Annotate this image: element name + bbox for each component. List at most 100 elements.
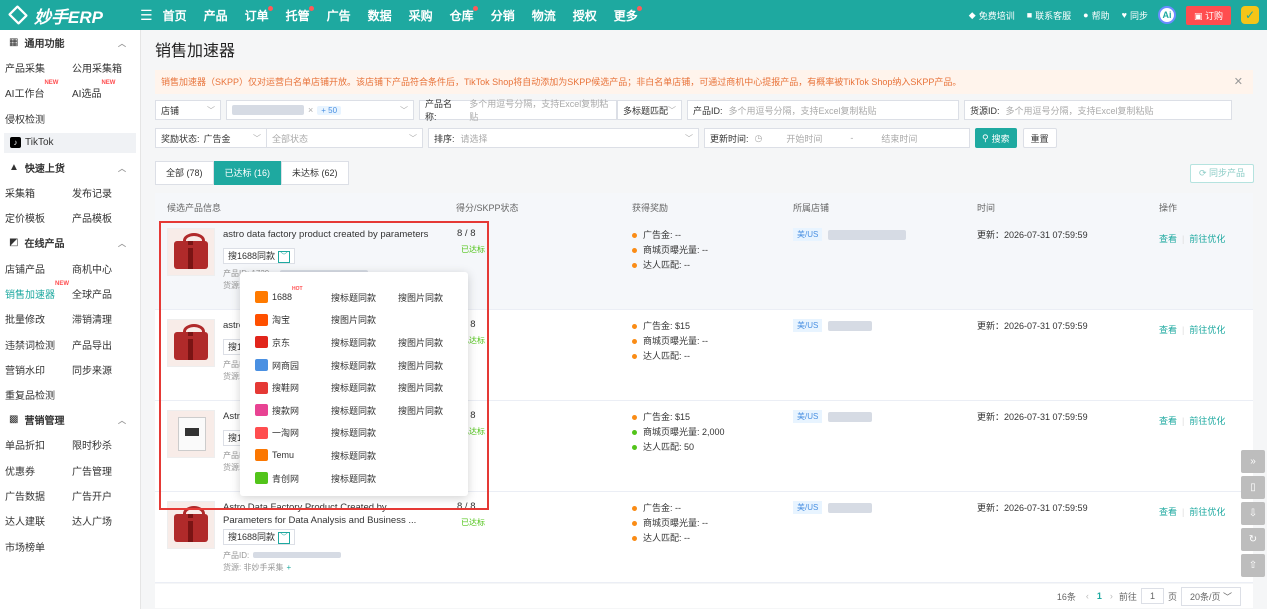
optimize-link[interactable]: 前往优化 xyxy=(1189,234,1225,244)
tab-1[interactable]: 已达标 (16) xyxy=(213,161,282,185)
sidebar-item-product-template[interactable]: 产品模板 xyxy=(67,210,134,225)
sidebar-item-public-box[interactable]: 公用采集箱 xyxy=(67,60,134,75)
sidebar-item-sync-source[interactable]: 同步来源 xyxy=(67,362,134,377)
sync-products-button[interactable]: ⟳ 同步产品 xyxy=(1189,164,1254,183)
back-to-top-icon[interactable]: ⇧ xyxy=(1241,554,1265,577)
refresh-icon[interactable]: ↻ xyxy=(1241,528,1265,551)
sidebar-item-creator-connect[interactable]: 达人建联 xyxy=(0,513,67,528)
sidebar-item-ai-select[interactable]: AI选品 NEW xyxy=(67,80,134,100)
source-id-input[interactable]: 货源ID: 多个用逗号分隔，支持Excel复制粘贴 xyxy=(964,100,1232,120)
order-button[interactable]: ▣ 订购 xyxy=(1185,5,1231,25)
nav-item[interactable]: 广告 xyxy=(327,7,351,24)
search-button[interactable]: ⚲ 搜索 xyxy=(975,128,1017,148)
sidebar-item-global-products[interactable]: 全球产品 xyxy=(67,286,134,301)
nav-item[interactable]: 首页 xyxy=(163,7,187,24)
page-number[interactable]: 1 xyxy=(1097,591,1102,601)
view-link[interactable]: 查看 xyxy=(1159,325,1177,335)
nav-item[interactable]: 更多 xyxy=(614,5,642,24)
update-time: 更新：2026-07-31 07:59:59 xyxy=(977,412,1088,422)
nav-item[interactable]: 仓库 xyxy=(450,5,478,24)
tab-0[interactable]: 全部 (78) xyxy=(155,161,214,185)
view-link[interactable]: 查看 xyxy=(1159,416,1177,426)
prev-page-icon[interactable]: ‹ xyxy=(1086,591,1089,601)
reward-status-select[interactable]: 奖励状态: 广告金 ﹀ xyxy=(155,128,267,148)
sidebar-item-publish-log[interactable]: 发布记录 xyxy=(67,185,134,200)
status-select[interactable]: 全部状态 ﹀ xyxy=(266,128,423,148)
store-select[interactable]: × + 50 ﹀ xyxy=(226,100,414,120)
logo[interactable]: 妙手ERP xyxy=(0,3,140,28)
sidebar-item-banned-words[interactable]: 违禁词检测 xyxy=(0,337,67,352)
help-icon: ● xyxy=(1083,10,1089,20)
nav-item[interactable]: 数据 xyxy=(368,7,392,24)
page-size-select[interactable]: 20条/页 ﹀ xyxy=(1180,586,1241,606)
sidebar-item-collect-box[interactable]: 采集箱 xyxy=(0,185,67,200)
support-link[interactable]: ■ 联系客服 xyxy=(1027,9,1071,22)
sort-select[interactable]: 排序: 请选择 ﹀ xyxy=(428,128,699,148)
nav-item[interactable]: 订单 xyxy=(245,5,273,24)
add-icon[interactable]: + xyxy=(286,563,291,572)
sidebar-item-discount[interactable]: 单品折扣 xyxy=(0,437,67,452)
sidebar-item-duplicate[interactable]: 重复品检测 xyxy=(0,387,67,402)
next-page-icon[interactable]: › xyxy=(1110,591,1113,601)
ai-button[interactable]: Ai xyxy=(1157,6,1176,24)
sidebar-item-batch-edit[interactable]: 批量修改 xyxy=(0,311,67,326)
sync-link[interactable]: ♥ 同步 xyxy=(1122,9,1148,22)
view-link[interactable]: 查看 xyxy=(1159,234,1177,244)
store-cell: 美/US xyxy=(793,410,873,423)
store-cell: 美/US xyxy=(793,228,907,241)
sidebar-item-market-rank[interactable]: 市场榜单 xyxy=(0,539,67,554)
product-name-input[interactable]: 产品名称: 多个用逗号分隔，支持Excel复制粘贴 xyxy=(419,99,617,122)
group-online-products[interactable]: ◩ 在线产品 ︿ xyxy=(0,230,140,255)
view-link[interactable]: 查看 xyxy=(1159,507,1177,517)
sidebar-item-collect[interactable]: 产品采集 xyxy=(0,60,67,75)
nav-item[interactable]: 分销 xyxy=(491,7,515,24)
close-icon[interactable]: ✕ xyxy=(1234,70,1243,94)
optimize-link[interactable]: 前往优化 xyxy=(1189,507,1225,517)
chevron-up-icon: ︿ xyxy=(118,163,126,173)
nav-item[interactable]: 托管 xyxy=(286,5,314,24)
menu-toggle-icon[interactable]: ☰ xyxy=(140,7,153,24)
store-filter-label[interactable]: 店铺 ﹀ xyxy=(155,100,221,120)
sidebar-item-infringement[interactable]: 侵权检测 xyxy=(0,111,67,126)
expand-icon[interactable]: » xyxy=(1241,450,1265,473)
product-id-input[interactable]: 产品ID: 多个用逗号分隔，支持Excel复制粘贴 xyxy=(687,100,959,120)
phone-icon[interactable]: ▯ xyxy=(1241,476,1265,499)
sidebar-item-export[interactable]: 产品导出 xyxy=(67,337,134,352)
chevron-down-icon: ﹀ xyxy=(400,106,408,115)
reset-button[interactable]: 重置 xyxy=(1022,128,1057,148)
nav-item[interactable]: 授权 xyxy=(573,7,597,24)
update-time-range[interactable]: 更新时间: ◷ 开始时间 - 结束时间 xyxy=(704,128,970,148)
nav-item[interactable]: 产品 xyxy=(204,7,228,24)
sidebar-item-sales-accelerator[interactable]: 销售加速器 NEW xyxy=(0,281,69,301)
training-link[interactable]: ◆ 免费培训 xyxy=(969,9,1015,22)
group-common[interactable]: ▦ 通用功能 ︿ xyxy=(0,30,140,55)
status-tabs: 全部 (78) 已达标 (16) 未达标 (62) xyxy=(155,161,349,185)
sidebar-item-store-products[interactable]: 店铺产品 xyxy=(0,261,67,276)
sidebar-item-ai-workbench[interactable]: AI工作台 NEW xyxy=(0,80,67,100)
sidebar-item-flash-sale[interactable]: 限时秒杀 xyxy=(67,437,134,452)
optimize-link[interactable]: 前往优化 xyxy=(1189,416,1225,426)
sidebar-item-ad-manage[interactable]: 广告管理 xyxy=(67,463,134,478)
sidebar-item-coupon[interactable]: 优惠券 xyxy=(0,463,67,478)
sidebar-item-slow-clean[interactable]: 滞销清理 xyxy=(67,311,134,326)
optimize-link[interactable]: 前往优化 xyxy=(1189,325,1225,335)
nav-item[interactable]: 采购 xyxy=(409,7,433,24)
sidebar-item-opportunity[interactable]: 商机中心 xyxy=(67,261,134,276)
sidebar-item-ad-data[interactable]: 广告数据 xyxy=(0,488,67,503)
platform-tiktok[interactable]: ♪ TikTok xyxy=(4,132,136,153)
sidebar-item-ad-account[interactable]: 广告开户 xyxy=(67,488,134,503)
goto-page-input[interactable]: 1 xyxy=(1140,588,1164,604)
search-1688-select[interactable]: 搜1688同款﹀ xyxy=(223,529,296,545)
sidebar-item-creator-square[interactable]: 达人广场 xyxy=(67,513,134,528)
user-avatar[interactable]: ✓ xyxy=(1241,6,1259,24)
group-quick-upload[interactable]: ▲ 快速上货 ︿ xyxy=(0,155,140,180)
name-match-select[interactable]: 多标题匹配 ﹀ xyxy=(617,100,682,120)
group-marketing[interactable]: ▩ 营销管理 ︿ xyxy=(0,407,140,432)
export-icon[interactable]: ⇩ xyxy=(1241,502,1265,525)
status-badge: 已达标 xyxy=(461,518,485,527)
sidebar-item-watermark[interactable]: 营销水印 xyxy=(0,362,67,377)
help-link[interactable]: ● 帮助 xyxy=(1083,9,1109,22)
nav-item[interactable]: 物流 xyxy=(532,7,556,24)
tab-2[interactable]: 未达标 (62) xyxy=(281,161,349,185)
sidebar-item-price-template[interactable]: 定价模板 xyxy=(0,210,67,225)
